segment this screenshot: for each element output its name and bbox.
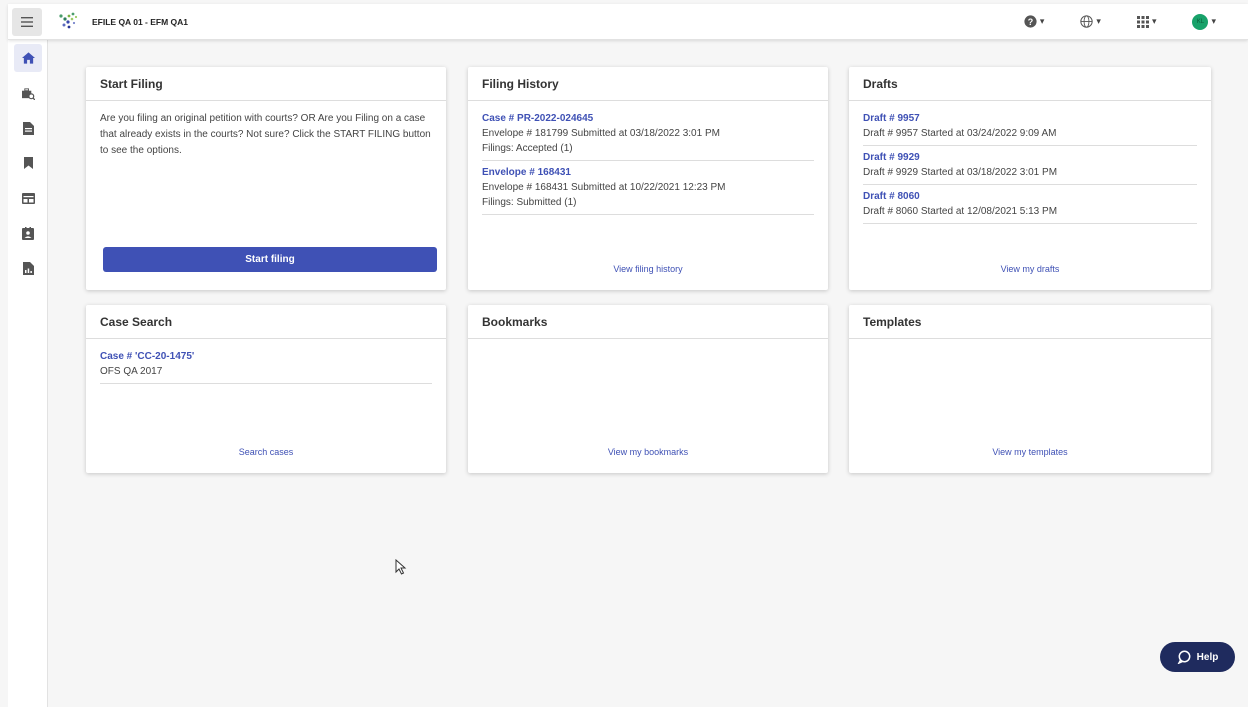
card-title: Templates	[849, 305, 1211, 339]
templates-card: Templates View my templates	[849, 305, 1211, 473]
svg-text:?: ?	[1028, 17, 1033, 27]
sidebar-item-filings[interactable]	[14, 114, 42, 142]
draft-link[interactable]: Draft # 9929	[863, 150, 1197, 165]
case-search-card: Case Search Case # 'CC-20-1475' OFS QA 2…	[86, 305, 446, 473]
globe-icon	[1080, 15, 1094, 28]
chat-bubble-icon	[1177, 650, 1191, 664]
view-filing-history-link[interactable]: View filing history	[468, 264, 828, 274]
draft-link[interactable]: Draft # 8060	[863, 189, 1197, 204]
view-templates-link[interactable]: View my templates	[849, 447, 1211, 457]
question-circle-icon: ?	[1024, 15, 1037, 28]
start-filing-description: Are you filing an original petition with…	[100, 113, 431, 156]
hamburger-icon	[21, 16, 33, 27]
sidebar	[8, 40, 48, 707]
chevron-down-icon: ▾	[1151, 16, 1157, 26]
case-link[interactable]: Case # 'CC-20-1475'	[100, 349, 432, 364]
card-title: Bookmarks	[468, 305, 828, 339]
view-drafts-link[interactable]: View my drafts	[849, 264, 1211, 274]
sidebar-item-home[interactable]	[14, 44, 42, 72]
app-logo-icon	[59, 12, 78, 28]
reports-icon	[22, 261, 34, 275]
sidebar-item-bookmarks[interactable]	[14, 149, 42, 177]
search-cases-link[interactable]: Search cases	[86, 447, 446, 457]
language-menu-button[interactable]: ▾	[1062, 15, 1119, 28]
menu-toggle-button[interactable]	[12, 7, 42, 36]
list-item: Case # 'CC-20-1475' OFS QA 2017	[100, 349, 432, 384]
avatar: KL	[1192, 13, 1209, 30]
user-menu-button[interactable]: KL ▾	[1174, 13, 1234, 30]
document-icon	[22, 121, 34, 135]
sidebar-item-contacts[interactable]	[14, 219, 42, 247]
list-item: Draft # 8060 Draft # 8060 Started at 12/…	[863, 189, 1197, 224]
card-title: Start Filing	[86, 67, 446, 101]
grid-icon	[1136, 15, 1149, 28]
home-icon	[21, 52, 35, 64]
list-item: Draft # 9957 Draft # 9957 Started at 03/…	[863, 111, 1197, 146]
template-icon	[21, 192, 35, 204]
app-title: EFILE QA 01 - EFM QA1	[92, 16, 189, 27]
list-item: Envelope # 168431 Envelope # 168431 Subm…	[482, 165, 814, 215]
sidebar-item-reports[interactable]	[14, 254, 42, 282]
drafts-card: Drafts Draft # 9957 Draft # 9957 Started…	[849, 67, 1211, 290]
start-filing-card: Start Filing Are you filing an original …	[86, 67, 446, 290]
start-filing-button[interactable]: Start filing	[103, 247, 437, 272]
top-bar: EFILE QA 01 - EFM QA1 ? ▾ ▾ ▾ KL ▾	[8, 4, 1248, 40]
draft-link[interactable]: Draft # 9957	[863, 111, 1197, 126]
view-bookmarks-link[interactable]: View my bookmarks	[468, 447, 828, 457]
list-item: Case # PR-2022-024645 Envelope # 181799 …	[482, 111, 814, 161]
bookmark-icon	[23, 157, 33, 169]
case-search-icon	[21, 87, 35, 100]
chevron-down-icon: ▾	[1039, 16, 1045, 26]
sidebar-item-templates[interactable]	[14, 184, 42, 212]
filing-link[interactable]: Case # PR-2022-024645	[482, 111, 814, 126]
card-title: Drafts	[849, 67, 1211, 101]
card-title: Filing History	[468, 67, 828, 101]
mouse-cursor-icon	[395, 559, 407, 575]
chevron-down-icon: ▾	[1211, 16, 1216, 26]
card-title: Case Search	[86, 305, 446, 339]
chevron-down-icon: ▾	[1096, 16, 1101, 26]
sidebar-item-case-search[interactable]	[14, 79, 42, 107]
help-menu-button[interactable]: ? ▾	[1006, 15, 1063, 28]
filing-history-card: Filing History Case # PR-2022-024645 Env…	[468, 67, 828, 290]
apps-menu-button[interactable]: ▾	[1119, 15, 1175, 28]
help-label: Help	[1196, 651, 1219, 663]
list-item: Draft # 9929 Draft # 9929 Started at 03/…	[863, 150, 1197, 185]
contacts-icon	[22, 226, 34, 240]
help-chat-button[interactable]: Help	[1160, 642, 1235, 672]
top-right-controls: ? ▾ ▾ ▾ KL ▾	[1006, 13, 1234, 30]
bookmarks-card: Bookmarks View my bookmarks	[468, 305, 828, 473]
filing-link[interactable]: Envelope # 168431	[482, 165, 814, 180]
